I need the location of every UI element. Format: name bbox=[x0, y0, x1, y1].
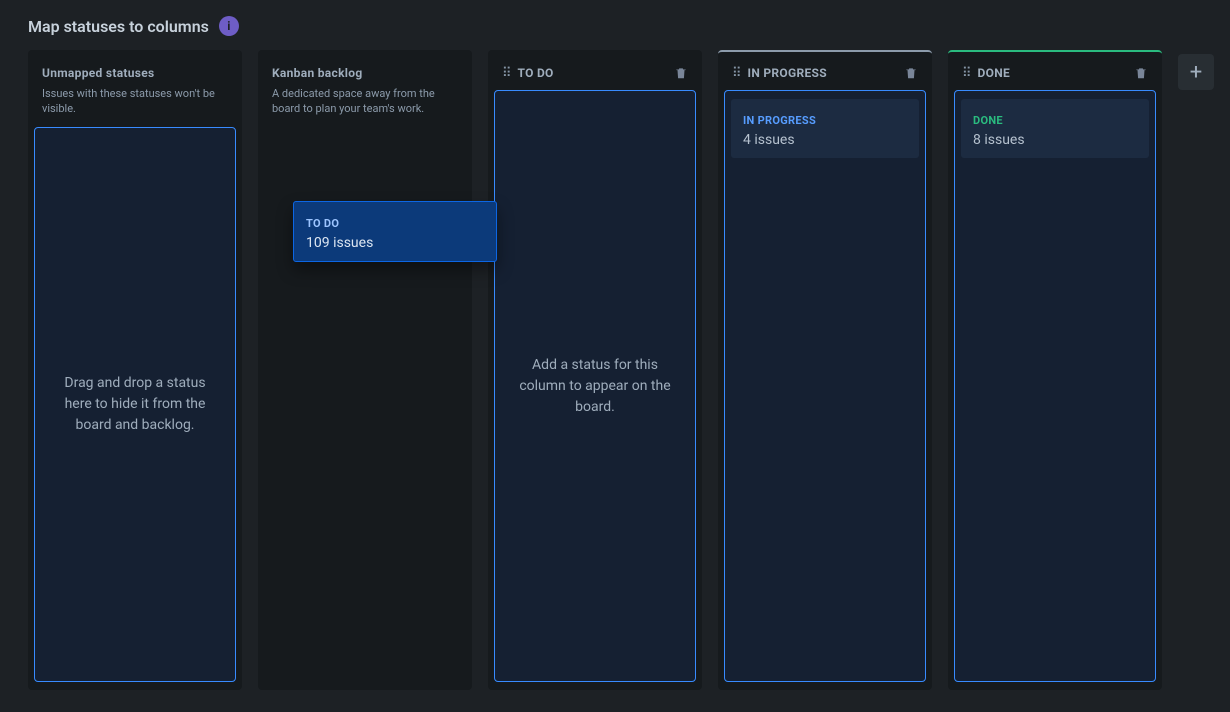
status-count: 8 issues bbox=[973, 132, 1137, 148]
dropzone-unmapped[interactable]: Drag and drop a status here to hide it f… bbox=[34, 127, 236, 682]
column-title-todo[interactable]: TO DO bbox=[518, 66, 666, 80]
column-body-inprogress[interactable]: IN PROGRESS 4 issues bbox=[724, 90, 926, 682]
trash-icon[interactable] bbox=[1134, 66, 1148, 80]
status-count: 109 issues bbox=[306, 235, 484, 251]
drag-handle-icon[interactable]: ⠿ bbox=[732, 67, 740, 80]
drag-handle-icon[interactable]: ⠿ bbox=[962, 67, 970, 80]
dropzone-text-unmapped: Drag and drop a status here to hide it f… bbox=[51, 373, 219, 436]
dragging-status-card[interactable]: TO DO 109 issues bbox=[293, 201, 497, 262]
column-header-backlog: Kanban backlog A dedicated space away fr… bbox=[258, 52, 472, 127]
plus-icon: + bbox=[1190, 60, 1202, 85]
column-header-unmapped: Unmapped statuses Issues with these stat… bbox=[28, 52, 242, 127]
add-column-button[interactable]: + bbox=[1178, 54, 1214, 90]
column-body-todo[interactable]: Add a status for this column to appear o… bbox=[494, 90, 696, 682]
page-title: Map statuses to columns bbox=[28, 17, 209, 36]
column-header-inprogress: ⠿ IN PROGRESS bbox=[718, 52, 932, 90]
column-body-done[interactable]: DONE 8 issues bbox=[954, 90, 1156, 682]
dropzone-text-todo: Add a status for this column to appear o… bbox=[511, 355, 679, 418]
board-container: Unmapped statuses Issues with these stat… bbox=[0, 46, 1230, 706]
column-title-unmapped: Unmapped statuses bbox=[42, 66, 228, 80]
column-inprogress: ⠿ IN PROGRESS IN PROGRESS 4 issues bbox=[718, 50, 932, 690]
status-badge: TO DO bbox=[306, 217, 339, 230]
column-title-done[interactable]: DONE bbox=[978, 66, 1126, 80]
status-badge: DONE bbox=[973, 114, 1003, 127]
status-count: 4 issues bbox=[743, 132, 907, 148]
column-body-unmapped[interactable]: Drag and drop a status here to hide it f… bbox=[34, 127, 236, 682]
status-card-inprogress[interactable]: IN PROGRESS 4 issues bbox=[731, 99, 919, 158]
column-done: ⠿ DONE DONE 8 issues bbox=[948, 50, 1162, 690]
dropzone-todo[interactable]: Add a status for this column to appear o… bbox=[494, 90, 696, 682]
status-badge: IN PROGRESS bbox=[743, 114, 816, 127]
column-header-todo: ⠿ TO DO bbox=[488, 52, 702, 90]
column-backlog: Kanban backlog A dedicated space away fr… bbox=[258, 50, 472, 690]
column-desc-backlog: A dedicated space away from the board to… bbox=[272, 86, 458, 117]
drag-handle-icon[interactable]: ⠿ bbox=[502, 67, 510, 80]
column-body-backlog[interactable] bbox=[258, 127, 472, 139]
column-title-backlog: Kanban backlog bbox=[272, 66, 458, 80]
column-title-inprogress[interactable]: IN PROGRESS bbox=[748, 66, 896, 80]
content-zone-done[interactable]: DONE 8 issues bbox=[954, 90, 1156, 682]
column-unmapped: Unmapped statuses Issues with these stat… bbox=[28, 50, 242, 690]
column-desc-unmapped: Issues with these statuses won't be visi… bbox=[42, 86, 228, 117]
column-header-done: ⠿ DONE bbox=[948, 52, 1162, 90]
trash-icon[interactable] bbox=[674, 66, 688, 80]
trash-icon[interactable] bbox=[904, 66, 918, 80]
page-header: Map statuses to columns i bbox=[0, 0, 1230, 46]
info-icon[interactable]: i bbox=[219, 16, 239, 36]
content-zone-inprogress[interactable]: IN PROGRESS 4 issues bbox=[724, 90, 926, 682]
status-card-done[interactable]: DONE 8 issues bbox=[961, 99, 1149, 158]
column-todo: ⠿ TO DO Add a status for this column to … bbox=[488, 50, 702, 690]
